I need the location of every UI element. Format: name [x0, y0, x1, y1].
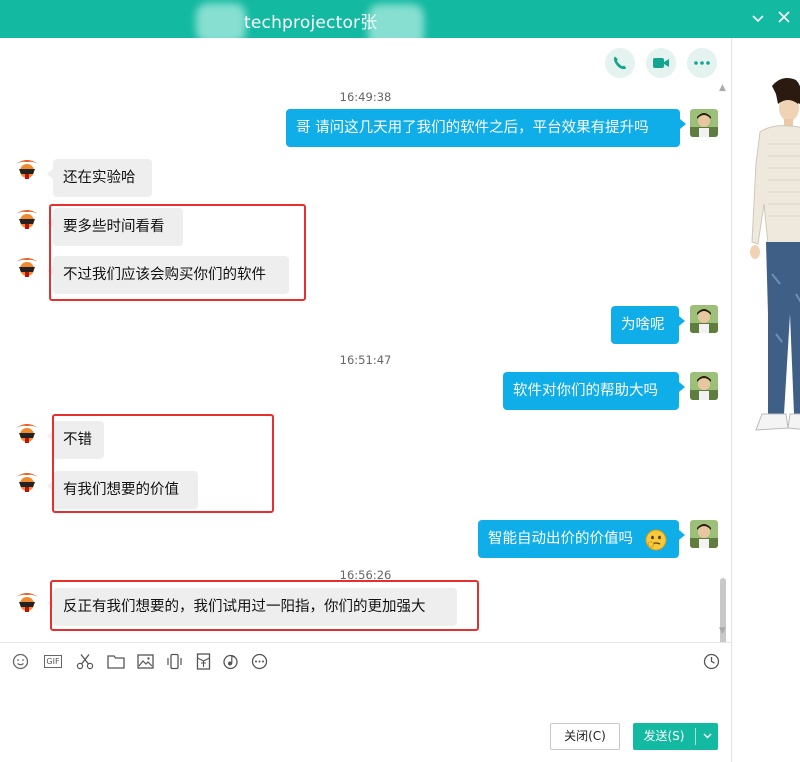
more-icon[interactable] [249, 651, 269, 671]
contact-avatar[interactable] [13, 254, 41, 282]
contact-avatar[interactable] [13, 589, 41, 617]
contact-avatar[interactable] [13, 469, 41, 497]
send-button[interactable]: 发送(S) [633, 723, 718, 750]
highlight-box [49, 204, 306, 301]
music-icon[interactable] [220, 651, 240, 671]
my-avatar[interactable] [690, 109, 718, 137]
side-panel-show [731, 38, 800, 762]
contact-avatar[interactable] [13, 206, 41, 234]
message-timestamp: 16:51:47 [339, 353, 392, 367]
outgoing-message: 智能自动出价的价值吗 [478, 520, 685, 558]
scroll-down-arrow-icon[interactable]: ▼ [719, 626, 726, 636]
outgoing-message: 为啥呢 [611, 306, 685, 344]
send-separator [695, 728, 696, 745]
outgoing-message: 哥 请问这几天用了我们的软件之后，平台效果有提升吗 [286, 109, 686, 147]
emoji-icon[interactable] [10, 651, 30, 671]
gif-label: GIF [44, 654, 62, 668]
outgoing-message-text: 智能自动出价的价值吗 [488, 531, 633, 547]
contact-avatar[interactable] [13, 420, 41, 448]
highlight-box [50, 580, 479, 631]
thinking-face-emoji-icon [645, 528, 667, 551]
chat-area: ▲ ▼ 16:49:38 哥 请问这几天用了我们的软件之后，平台效果有提升吗 还… [0, 38, 731, 642]
title-bar: techprojector张 [0, 0, 800, 48]
red-packet-icon[interactable] [193, 651, 213, 671]
my-avatar[interactable] [690, 372, 718, 400]
close-button[interactable]: 关闭(C) [550, 723, 620, 750]
outgoing-message: 软件对你们的帮助大吗 [503, 372, 685, 410]
my-avatar[interactable] [690, 520, 718, 548]
send-options-chevron-icon[interactable] [697, 723, 718, 750]
phone-call-button[interactable] [605, 48, 635, 78]
more-dots-icon [694, 61, 710, 65]
avatar-show-figure [750, 78, 800, 431]
shake-icon[interactable] [164, 651, 184, 671]
message-input[interactable] [0, 678, 731, 718]
header-actions [605, 48, 717, 78]
highlight-box [52, 414, 274, 513]
video-call-button[interactable] [646, 48, 676, 78]
message-timestamp: 16:49:38 [339, 90, 392, 104]
video-camera-icon [653, 58, 669, 68]
more-options-button[interactable] [687, 48, 717, 78]
send-button-label[interactable]: 发送(S) [633, 723, 695, 750]
chevron-down-icon[interactable] [748, 9, 768, 29]
history-clock-icon[interactable] [701, 651, 721, 671]
contact-avatar[interactable] [13, 156, 41, 184]
input-toolbar: GIF [0, 642, 731, 678]
my-avatar[interactable] [690, 305, 718, 333]
scissors-icon[interactable] [75, 651, 95, 671]
contact-name: techprojector张 [244, 13, 378, 33]
phone-icon [613, 56, 627, 70]
close-window-icon[interactable] [774, 9, 794, 29]
incoming-message: 还在实验哈 [47, 159, 152, 197]
gif-icon[interactable]: GIF [41, 651, 65, 671]
folder-icon[interactable] [106, 651, 126, 671]
image-icon[interactable] [135, 651, 155, 671]
blurred-name-left [196, 3, 246, 43]
